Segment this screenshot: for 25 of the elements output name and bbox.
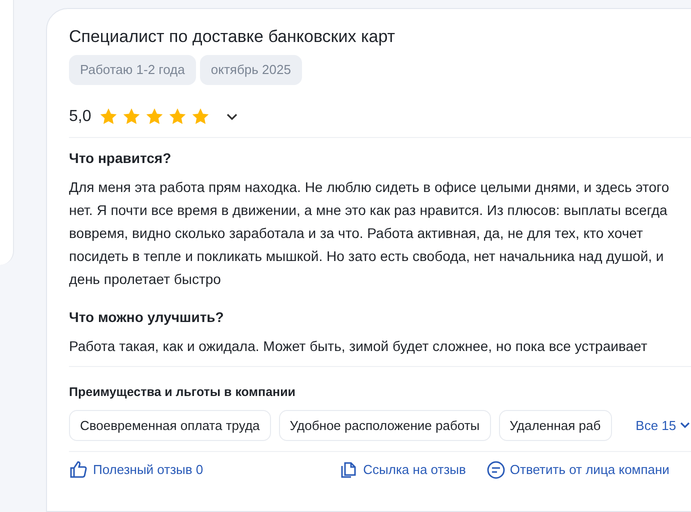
star-icon — [122, 107, 142, 126]
benefit-chip: Своевременная оплата труда — [69, 410, 271, 442]
thumbs-up-icon — [69, 460, 89, 480]
benefit-chip: Удаленная раб — [498, 410, 612, 442]
review-title: Специалист по доставке банковских карт — [69, 27, 396, 48]
tag: Работаю 1-2 года — [69, 55, 196, 85]
star-icon — [145, 107, 164, 126]
chevron-down-icon — [680, 422, 690, 429]
speech-bubble-icon — [486, 460, 506, 480]
star-icon — [99, 107, 118, 126]
rating-score: 5,0 — [69, 106, 92, 127]
benefit-chip: Удобное расположение работы — [278, 410, 491, 442]
section-heading: Что можно улучшить? — [69, 308, 225, 327]
action-link[interactable]: Ответить от лица компани — [486, 460, 670, 480]
review-text: Для меня эта работа прям находка. Не люблю сидеть в офисе целыми днями, и здесь этого нет. Я почти все время в движении, а мне это как раз нравится. Из плюсов: выплаты всегда вовремя, видно сколько заработала и за что. Работа активная, да, не для тех, кто хочет посидеть в тепле и покликать мышкой. Но зато есть свобода, нет начальника над душой, и день пролетает быстро — [69, 178, 670, 289]
benefits-heading: Преимущества и льготы в компании — [69, 384, 296, 401]
action-link[interactable]: Ссылка на отзыв — [339, 460, 466, 480]
chevron-down-icon[interactable] — [226, 112, 238, 121]
helpful-button[interactable]: Полезный отзыв 0 — [69, 460, 204, 480]
tag: октябрь 2025 — [200, 55, 302, 85]
star-icon — [191, 107, 210, 126]
review-text: Работа такая, как и ожидала. Может быть, зимой будет сложнее, но пока все устраивает — [69, 336, 648, 356]
star-icon — [168, 107, 188, 126]
section-heading: Что нравится? — [69, 148, 172, 168]
show-all-link[interactable]: Все 15 — [636, 416, 690, 436]
